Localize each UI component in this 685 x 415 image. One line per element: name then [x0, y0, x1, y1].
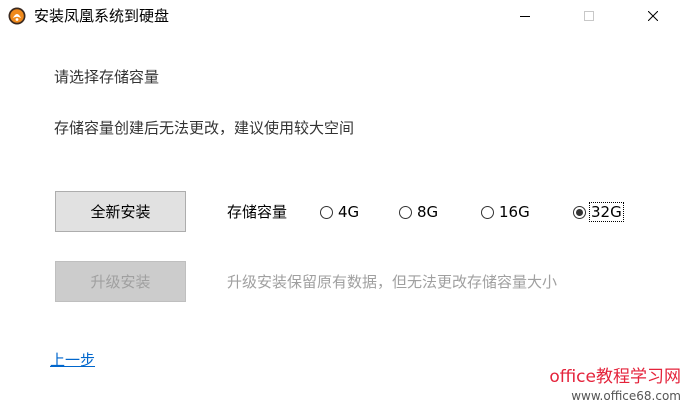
radio-circle-icon	[399, 205, 412, 219]
radio-capacity-16g[interactable]: 16G	[481, 200, 531, 224]
installer-window: 安装凤凰系统到硬盘 请选择存储容量 存储容量创建后无法更改，建议使用较大空间 全…	[0, 0, 685, 415]
radio-circle-icon	[320, 205, 333, 219]
upgrade-install-button[interactable]: 升级安装	[55, 261, 186, 302]
upgrade-note: 升级安装保留原有数据，但无法更改存储容量大小	[227, 273, 558, 291]
capacity-label: 存储容量	[227, 203, 288, 221]
close-button[interactable]	[630, 0, 676, 32]
window-title: 安装凤凰系统到硬盘	[34, 7, 170, 25]
phoenix-app-icon	[8, 7, 26, 25]
radio-capacity-4g[interactable]: 4G	[320, 200, 360, 224]
new-install-button[interactable]: 全新安装	[55, 191, 186, 232]
watermark-title: office教程学习网	[549, 367, 681, 387]
radio-label: 32G	[589, 202, 624, 222]
radio-selected-icon	[573, 205, 586, 219]
radio-label: 8G	[417, 203, 439, 221]
radio-circle-icon	[481, 205, 494, 219]
page-heading: 请选择存储容量	[54, 68, 160, 86]
radio-label: 4G	[338, 203, 360, 221]
maximize-icon	[584, 11, 594, 21]
maximize-button[interactable]	[566, 0, 612, 32]
title-bar: 安装凤凰系统到硬盘	[0, 0, 685, 32]
radio-label: 16G	[499, 203, 530, 221]
capacity-hint: 存储容量创建后无法更改，建议使用较大空间	[54, 119, 355, 137]
watermark-url: www.office68.com	[571, 389, 681, 403]
radio-capacity-32g[interactable]: 32G	[573, 200, 624, 224]
back-link[interactable]: 上一步	[50, 349, 95, 370]
watermark: office教程学习网 www.office68.com	[505, 366, 681, 404]
radio-capacity-8g[interactable]: 8G	[399, 200, 439, 224]
close-icon	[648, 11, 658, 21]
minimize-button[interactable]	[502, 0, 548, 32]
minimize-icon	[520, 11, 530, 21]
